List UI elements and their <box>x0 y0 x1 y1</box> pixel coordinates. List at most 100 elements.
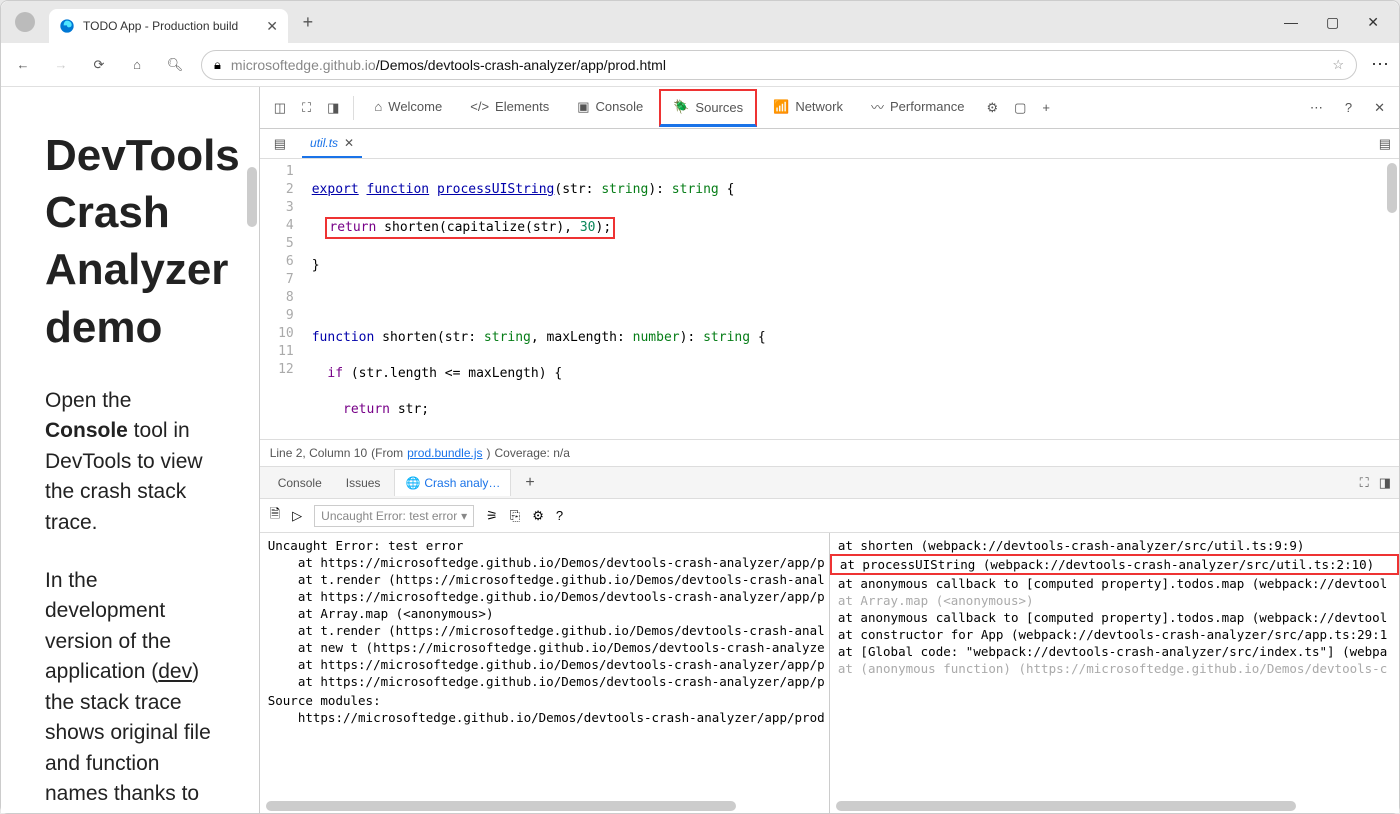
close-window-icon[interactable]: ✕ <box>1367 14 1379 31</box>
h-scrollbar[interactable] <box>836 801 1296 811</box>
mapped-line[interactable]: at anonymous callback to [computed prope… <box>830 609 1399 626</box>
expand-drawer-icon[interactable]: ⛶ <box>1360 475 1369 491</box>
code-editor[interactable]: 123456789101112 export function processU… <box>260 159 1399 439</box>
help-icon[interactable]: ? <box>1339 96 1358 119</box>
browser-tab[interactable]: TODO App - Production build ✕ <box>49 9 288 43</box>
stack-line: at Array.map (<anonymous>) <box>260 605 829 622</box>
page-scrollbar[interactable] <box>247 167 257 227</box>
tab-title: TODO App - Production build <box>83 19 238 33</box>
browser-toolbar: ← → ⟳ ⌂ 🔍︎ 🔒︎ microsoftedge.github.io/De… <box>1 43 1399 87</box>
edge-icon <box>59 18 75 34</box>
page-paragraph-1: Open the Console tool in DevTools to vie… <box>45 386 219 538</box>
bug-icon: 🪲 <box>673 99 689 115</box>
app-icon[interactable]: ▢ <box>1008 96 1032 120</box>
home-button[interactable]: ⌂ <box>125 53 149 77</box>
filter-icon[interactable]: ⚞ <box>486 508 498 524</box>
gear-icon[interactable]: ⚙ <box>532 508 544 524</box>
add-tab-icon[interactable]: + <box>1036 96 1056 119</box>
coverage-info: Coverage: n/a <box>495 446 570 460</box>
network-icon: 📶 <box>773 99 789 115</box>
navigator-toggle-icon[interactable]: ▤ <box>268 132 292 156</box>
more-tools-icon[interactable]: ⋯ <box>1304 96 1329 120</box>
new-tab-button[interactable]: + <box>294 8 322 36</box>
mapped-line[interactable]: at constructor for App (webpack://devtoo… <box>830 626 1399 643</box>
inspect-icon[interactable]: ◫ <box>268 96 292 120</box>
source-link[interactable]: prod.bundle.js <box>407 446 482 460</box>
refresh-button[interactable]: ⟳ <box>87 53 111 77</box>
crash-toolbar: 🗎 ▷ Uncaught Error: test error▾ ⚞ ⎘ ⚙ ? <box>260 499 1399 533</box>
stack-line: Source modules: <box>260 692 829 709</box>
minimize-icon[interactable]: — <box>1284 14 1298 31</box>
maximize-icon[interactable]: ▢ <box>1326 14 1339 31</box>
tab-elements[interactable]: </>Elements <box>458 89 561 127</box>
stack-line: at https://microsoftedge.github.io/Demos… <box>260 656 829 673</box>
dock-icon[interactable]: ◨ <box>321 96 345 120</box>
dock-drawer-icon[interactable]: ◨ <box>1379 475 1391 491</box>
console-icon: ▣ <box>577 99 589 115</box>
tab-network[interactable]: 📶Network <box>761 89 855 127</box>
debugger-toggle-icon[interactable]: ▤ <box>1379 136 1391 152</box>
drawer-tabs: Console Issues 🌐Crash analy… + ⛶ ◨ <box>260 467 1399 499</box>
favorite-icon[interactable]: ☆ <box>1332 57 1344 73</box>
profile-avatar[interactable] <box>15 12 35 32</box>
drawer-add-tab[interactable]: + <box>515 468 544 498</box>
tab-performance[interactable]: 〰Performance <box>859 89 976 127</box>
crash-search-dropdown[interactable]: Uncaught Error: test error▾ <box>314 505 474 527</box>
play-icon[interactable]: ▷ <box>292 508 302 524</box>
drawer-tab-issues[interactable]: Issues <box>336 470 391 496</box>
device-icon[interactable]: ⛶ <box>296 96 317 120</box>
stack-line: at t.render (https://microsoftedge.githu… <box>260 571 829 588</box>
dev-link[interactable]: dev <box>158 660 192 683</box>
mapped-line[interactable]: at anonymous callback to [computed prope… <box>830 575 1399 592</box>
mapped-line[interactable]: at (anonymous function) (https://microso… <box>830 660 1399 677</box>
tab-sources[interactable]: 🪲Sources <box>659 89 757 127</box>
close-devtools-icon[interactable]: ✕ <box>1368 96 1391 120</box>
copy-icon[interactable]: ⎘ <box>510 508 520 524</box>
code-icon: </> <box>470 99 489 114</box>
editor-status-bar: Line 2, Column 10 (From prod.bundle.js )… <box>260 439 1399 467</box>
close-tab-icon[interactable]: ✕ <box>266 18 278 35</box>
address-bar[interactable]: 🔒︎ microsoftedge.github.io/Demos/devtool… <box>201 50 1357 80</box>
tab-console[interactable]: ▣Console <box>565 89 655 127</box>
devtools-tabbar: ◫ ⛶ ◨ ⌂Welcome </>Elements ▣Console 🪲Sou… <box>260 87 1399 129</box>
mapped-line[interactable]: at shorten (webpack://devtools-crash-ana… <box>830 537 1399 554</box>
globe-icon: 🌐 <box>405 476 420 490</box>
page-title: DevTools Crash Analyzer demo <box>45 127 219 356</box>
mapped-line[interactable]: at Array.map (<anonymous>) <box>830 592 1399 609</box>
performance-icon: 〰 <box>871 97 884 116</box>
back-button[interactable]: ← <box>11 53 35 77</box>
stack-line: at new t (https://microsoftedge.github.i… <box>260 639 829 656</box>
chevron-down-icon: ▾ <box>461 509 467 523</box>
drawer-tab-crash-analyzer[interactable]: 🌐Crash analy… <box>394 469 511 496</box>
crash-stack-raw[interactable]: Uncaught Error: test error at https://mi… <box>260 533 830 813</box>
crash-stack-mapped[interactable]: at shorten (webpack://devtools-crash-ana… <box>830 533 1399 813</box>
code-body: export function processUIString(str: str… <box>304 159 774 439</box>
stack-line: at t.render (https://microsoftedge.githu… <box>260 622 829 639</box>
stack-line: https://microsoftedge.github.io/Demos/de… <box>260 709 829 726</box>
titlebar: TODO App - Production build ✕ + — ▢ ✕ <box>1 1 1399 43</box>
stack-line: Uncaught Error: test error <box>260 537 829 554</box>
forward-button: → <box>49 53 73 77</box>
search-button[interactable]: 🔍︎ <box>163 53 187 77</box>
drawer-tab-console[interactable]: Console <box>268 470 332 496</box>
file-tab-bar: ▤ util.ts✕ ▤ <box>260 129 1399 159</box>
browser-menu-button[interactable]: ⋯ <box>1371 54 1389 75</box>
css-overview-icon[interactable]: ⚙ <box>980 96 1004 120</box>
stack-line: at https://microsoftedge.github.io/Demos… <box>260 673 829 690</box>
devtools-panel: ◫ ⛶ ◨ ⌂Welcome </>Elements ▣Console 🪲Sou… <box>259 87 1399 813</box>
page-content: DevTools Crash Analyzer demo Open the Co… <box>1 87 259 813</box>
stack-line: at https://microsoftedge.github.io/Demos… <box>260 588 829 605</box>
h-scrollbar[interactable] <box>266 801 736 811</box>
file-tab-util[interactable]: util.ts✕ <box>302 130 362 158</box>
close-file-icon[interactable]: ✕ <box>344 136 354 150</box>
tab-welcome[interactable]: ⌂Welcome <box>362 89 454 127</box>
site-info-icon[interactable]: 🔒︎ <box>214 57 221 73</box>
home-icon: ⌂ <box>374 99 382 114</box>
help-icon[interactable]: ? <box>556 508 563 523</box>
mapped-line[interactable]: at [Global code: "webpack://devtools-cra… <box>830 643 1399 660</box>
mapped-line-active[interactable]: at processUIString (webpack://devtools-c… <box>830 554 1399 575</box>
page-paragraph-2: In the development version of the applic… <box>45 566 219 813</box>
file-icon[interactable]: 🗎 <box>270 505 280 527</box>
url-text: microsoftedge.github.io/Demos/devtools-c… <box>231 57 666 73</box>
editor-scrollbar[interactable] <box>1387 163 1397 213</box>
